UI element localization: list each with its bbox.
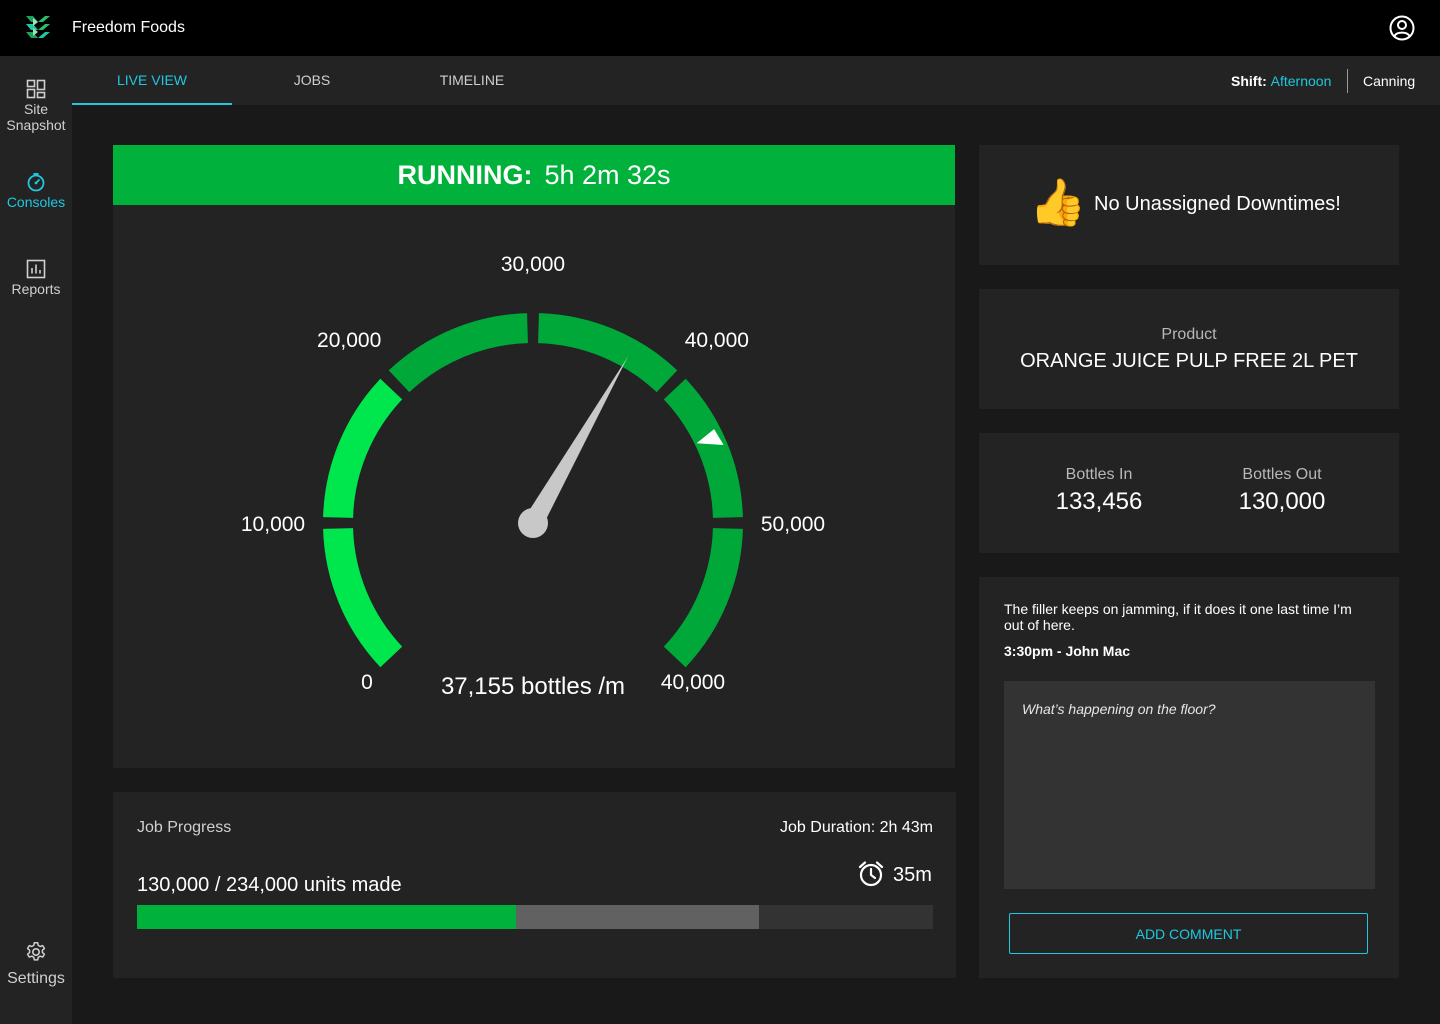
bottles-in-label: Bottles In xyxy=(1065,466,1133,483)
sidebar-item-label: Site Snapshot xyxy=(6,101,66,133)
expected-progress-fill xyxy=(516,905,759,929)
bottles-in-value: 133,456 xyxy=(1055,488,1143,515)
shift-selector[interactable]: Shift: Afternoon xyxy=(1231,73,1331,89)
gauge-segment xyxy=(323,528,403,668)
tab-label: TIMELINE xyxy=(439,72,505,88)
site-selector[interactable]: Canning xyxy=(1363,73,1415,89)
gauge-needle xyxy=(524,356,629,528)
job-progress-panel: Job Progress Job Duration: 2h 43m 130,00… xyxy=(113,792,956,978)
sidebar-item-consoles[interactable]: Consoles xyxy=(0,172,72,210)
alarm-clock-icon xyxy=(858,861,884,887)
gauge-tick-label: 20,000 xyxy=(317,329,381,352)
sidebar: Site Snapshot Consoles Reports Settings xyxy=(0,56,72,1024)
bottles-out-value: 130,000 xyxy=(1238,488,1326,515)
gauge-needle-hub xyxy=(518,508,548,538)
gauge-segment xyxy=(663,528,743,668)
units-made-fill xyxy=(137,905,517,929)
status-label: RUNNING: xyxy=(397,160,533,190)
sidebar-item-label: Consoles xyxy=(6,194,66,210)
bottles-out-label: Bottles Out xyxy=(1242,466,1322,483)
tab-bar: LIVE VIEW JOBS TIMELINE Shift: Afternoon… xyxy=(72,56,1440,105)
gauge-tick-label: 0 xyxy=(361,671,373,694)
user-account-icon[interactable] xyxy=(1389,15,1415,41)
active-tab-indicator xyxy=(72,103,232,105)
running-status-bar: RUNNING: 5h 2m 32s xyxy=(113,145,955,205)
sidebar-item-reports[interactable]: Reports xyxy=(0,259,72,297)
shift-value: Afternoon xyxy=(1270,73,1332,89)
bottles-in: Bottles In 133,456 xyxy=(1009,466,1189,516)
gauge-tick-label: 50,000 xyxy=(761,513,825,536)
grid-icon xyxy=(26,79,46,99)
thumbs-up-icon: 👍 xyxy=(1029,175,1087,229)
comments-panel: The filler keeps on jamming, if it does … xyxy=(979,577,1399,978)
tab-label: JOBS xyxy=(293,72,331,88)
gauge-speed-readout: 37,155 bottles /m xyxy=(441,673,625,700)
dial-icon xyxy=(27,173,45,192)
tab-timeline[interactable]: TIMELINE xyxy=(392,56,552,105)
shift-label: Shift: xyxy=(1231,73,1267,89)
tab-jobs[interactable]: JOBS xyxy=(232,56,392,105)
job-progress-bar xyxy=(137,905,933,929)
downtime-status: No Unassigned Downtimes! xyxy=(1094,193,1341,215)
speed-gauge: 0 10,000 20,000 30,000 40,000 50,000 40,000 37… xyxy=(241,253,825,700)
gauge-tick-label: 40,000 xyxy=(685,329,749,352)
bar-chart-icon xyxy=(26,259,46,279)
job-progress-title: Job Progress xyxy=(137,819,232,836)
gauge-segment xyxy=(538,313,678,393)
freedom-foods-logo-icon[interactable] xyxy=(24,14,52,42)
product-name: ORANGE JUICE PULP FREE 2L PET xyxy=(1020,350,1358,372)
product-label: Product xyxy=(1161,326,1217,343)
latest-comment-meta: 3:30pm - John Mac xyxy=(1004,643,1131,659)
comment-input[interactable] xyxy=(1004,681,1375,889)
product-panel: Product ORANGE JUICE PULP FREE 2L PET xyxy=(979,289,1399,409)
sidebar-item-label: Settings xyxy=(7,970,65,987)
bottles-panel: Bottles In 133,456 Bottles Out 130,000 xyxy=(979,433,1399,553)
gauge-tick-label: 30,000 xyxy=(501,253,565,276)
tab-live-view[interactable]: LIVE VIEW xyxy=(72,56,232,105)
job-duration: Job Duration: 2h 43m xyxy=(780,819,933,836)
gear-icon xyxy=(26,942,46,961)
gauge-tick-label: 40,000 xyxy=(661,671,725,694)
latest-comment-text: The filler keeps on jamming, if it does … xyxy=(1004,601,1352,633)
add-comment-button[interactable]: ADD COMMENT xyxy=(1009,913,1368,954)
sidebar-item-label: Reports xyxy=(11,281,61,297)
downtime-panel: 👍 No Unassigned Downtimes! xyxy=(979,145,1399,265)
sidebar-item-site-snapshot[interactable]: Site Snapshot xyxy=(0,79,72,133)
units-made: 130,000 / 234,000 units made xyxy=(137,874,402,896)
gauge-segment xyxy=(323,378,403,518)
time-remaining: 35m xyxy=(893,864,932,886)
top-bar: Freedom Foods xyxy=(0,0,1440,56)
speed-gauge-panel: RUNNING: 5h 2m 32s 0 10,000 20,000 30,000 40,… xyxy=(113,145,955,768)
bottles-out: Bottles Out 130,000 xyxy=(1192,466,1372,516)
tab-label: LIVE VIEW xyxy=(116,72,188,88)
gauge-segment xyxy=(663,378,743,518)
status-duration: 5h 2m 32s xyxy=(544,160,671,190)
gauge-tick-label: 10,000 xyxy=(241,513,305,536)
gauge-segment xyxy=(388,313,528,393)
header-divider xyxy=(1347,69,1348,93)
sidebar-item-settings[interactable]: Settings xyxy=(0,941,72,987)
app-title: Freedom Foods xyxy=(72,19,185,36)
